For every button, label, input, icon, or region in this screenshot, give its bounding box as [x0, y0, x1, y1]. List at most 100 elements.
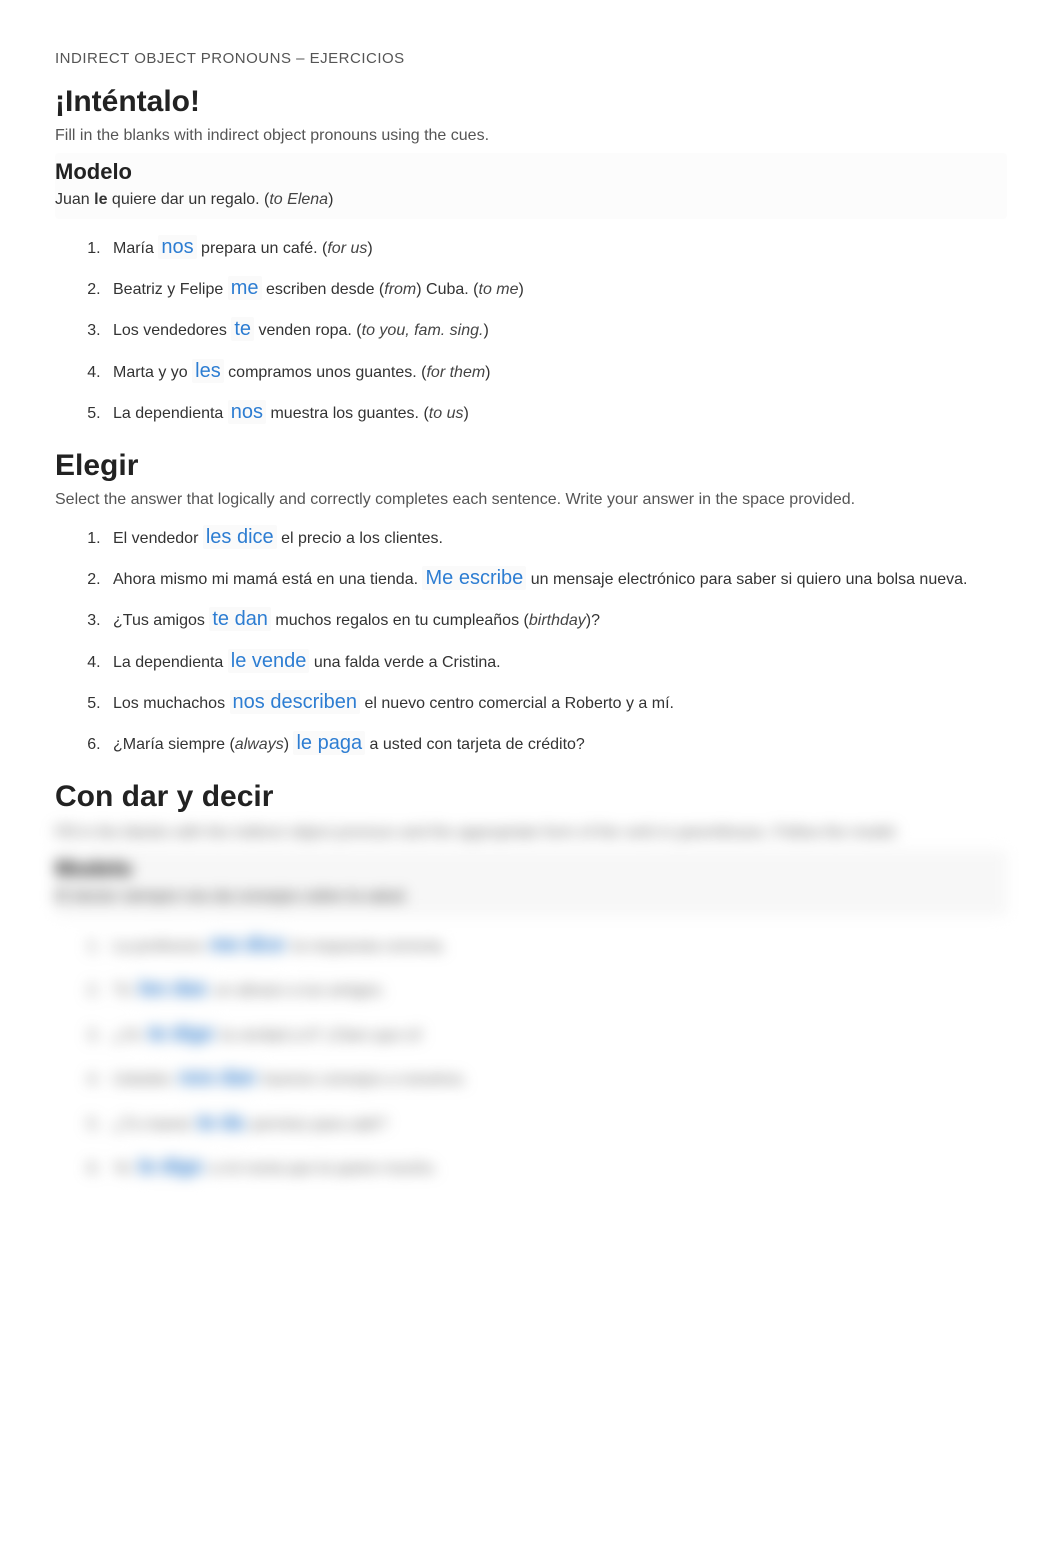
- list-item: ¿Tu mamá te da permiso para salir?: [105, 1106, 1007, 1144]
- item-post: la verdad a ti? ¡Claro que sí!: [217, 1027, 422, 1044]
- section3-list: La profesora me dice la respuesta correc…: [55, 928, 1007, 1188]
- list-item: Beatriz y Felipe me escriben desde (from…: [105, 272, 1007, 307]
- item-pre: Los muchachos: [113, 695, 230, 712]
- item-post: venden ropa. (: [254, 322, 362, 339]
- answer: me: [228, 276, 262, 300]
- item-mid: ): [284, 736, 294, 753]
- list-item: María nos prepara un café. (for us): [105, 231, 1007, 266]
- section1-instructions: Fill in the blanks with indirect object …: [55, 127, 1007, 145]
- answer: les dice: [203, 525, 277, 549]
- list-item: La dependienta nos muestra los guantes. …: [105, 396, 1007, 431]
- item-post: compramos unos guantes. (: [224, 364, 427, 381]
- item-pre: María: [113, 240, 158, 257]
- item-pre: La profesora: [113, 938, 207, 955]
- modelo-pre: Juan: [55, 191, 94, 208]
- answer: te da: [194, 1111, 247, 1135]
- section1-modelo: Modelo Juan le quiere dar un regalo. (to…: [55, 153, 1007, 219]
- item-ital: to us: [429, 405, 464, 422]
- list-item: Ustedes nos dan buenos consejos a nosotr…: [105, 1061, 1007, 1099]
- item-pre: Tú: [113, 982, 136, 999]
- item-ital: from: [384, 281, 416, 298]
- modelo-post: quiere dar un regalo. (: [107, 191, 269, 208]
- modelo-bold: le: [94, 191, 107, 208]
- item-post: permiso para salir?: [247, 1116, 388, 1133]
- answer: nos: [228, 400, 266, 424]
- list-item: La profesora me dice la respuesta correc…: [105, 928, 1007, 966]
- modelo-text: El doctor siempre nos da consejos sobre …: [55, 888, 1007, 906]
- item-post: muestra los guantes. (: [266, 405, 429, 422]
- answer: les das: [136, 977, 210, 1001]
- answer: le digo: [136, 1155, 206, 1179]
- list-item: ¿Yo te digo la verdad a ti? ¡Claro que s…: [105, 1017, 1007, 1055]
- list-item: ¿Tus amigos te dan muchos regalos en tu …: [105, 603, 1007, 638]
- item-post: escriben desde (: [262, 281, 385, 298]
- modelo-title: Modelo: [55, 159, 1007, 185]
- item-post: muchos regalos en tu cumpleaños (: [271, 612, 529, 629]
- item-post: a mi novia que la quiero mucho.: [206, 1160, 437, 1177]
- modelo-ital: to Elena: [269, 191, 328, 208]
- modelo-text: Juan le quiere dar un regalo. (to Elena): [55, 191, 1007, 209]
- answer: les: [192, 359, 224, 383]
- item-pre: ¿Yo: [113, 1027, 145, 1044]
- list-item: Los vendedores te venden ropa. (to you, …: [105, 313, 1007, 348]
- item-close: ): [485, 364, 490, 381]
- item-pre: ¿María siempre (: [113, 736, 235, 753]
- item-pre: Marta y yo: [113, 364, 192, 381]
- section-con-dar-title: Con dar y decir: [55, 780, 1007, 814]
- modelo-title: Modelo: [55, 856, 1007, 882]
- item-pre: ¿Tus amigos: [113, 612, 209, 629]
- list-item: Ahora mismo mi mamá está en una tienda. …: [105, 562, 1007, 597]
- section2-instructions: Select the answer that logically and cor…: [55, 491, 1007, 509]
- item-pre: Ahora mismo mi mamá está en una tienda.: [113, 571, 422, 588]
- list-item: Los muchachos nos describen el nuevo cen…: [105, 686, 1007, 721]
- item-post: un mensaje electrónico para saber si qui…: [526, 571, 967, 588]
- item-ital: for them: [426, 364, 485, 381]
- item-post: una falda verde a Cristina.: [309, 654, 500, 671]
- item-ital: for us: [327, 240, 367, 257]
- section3-modelo: Modelo El doctor siempre nos da consejos…: [55, 850, 1007, 916]
- answer: te: [231, 317, 254, 341]
- item-pre: ¿Tu mamá: [113, 1116, 194, 1133]
- answer: nos describen: [230, 690, 361, 714]
- section3-instructions: Fill in the blanks with the indirect obj…: [55, 824, 1007, 842]
- list-item: La dependienta le vende una falda verde …: [105, 645, 1007, 680]
- list-item: Tú les das un abrazo a tus amigos.: [105, 972, 1007, 1010]
- item-post: el precio a los clientes.: [277, 530, 443, 547]
- item-close: ): [463, 405, 468, 422]
- item-post: a usted con tarjeta de crédito?: [365, 736, 585, 753]
- modelo-close: ): [328, 191, 333, 208]
- answer: te dan: [209, 607, 271, 631]
- item-post: prepara un café. (: [197, 240, 328, 257]
- item-pre: La dependienta: [113, 405, 228, 422]
- item-ital: birthday: [529, 612, 586, 629]
- answer: te digo: [145, 1022, 217, 1046]
- list-item: ¿María siempre (always) le paga a usted …: [105, 727, 1007, 762]
- item-ital: always: [235, 736, 284, 753]
- item-ital: to me: [479, 281, 519, 298]
- page-header: INDIRECT OBJECT PRONOUNS – EJERCICIOS: [55, 50, 1007, 67]
- list-item: Yo le digo a mi novia que la quiero much…: [105, 1150, 1007, 1188]
- item-pre: Beatriz y Felipe: [113, 281, 228, 298]
- item-pre: La dependienta: [113, 654, 228, 671]
- section-elegir-title: Elegir: [55, 449, 1007, 483]
- list-item: El vendedor les dice el precio a los cli…: [105, 521, 1007, 556]
- answer: le paga: [293, 731, 365, 755]
- item-post: el nuevo centro comercial a Roberto y a …: [360, 695, 674, 712]
- section1-list: María nos prepara un café. (for us) Beat…: [55, 231, 1007, 431]
- item-pre: Ustedes: [113, 1071, 176, 1088]
- item-post: la respuesta correcta.: [288, 938, 446, 955]
- item-close: ): [367, 240, 372, 257]
- item-pre: Los vendedores: [113, 322, 231, 339]
- item-post: buenos consejos a nosotros.: [259, 1071, 467, 1088]
- list-item: Marta y yo les compramos unos guantes. (…: [105, 355, 1007, 390]
- item-mid: ) Cuba. (: [416, 281, 478, 298]
- item-close: )?: [586, 612, 600, 629]
- section-intentalo-title: ¡Inténtalo!: [55, 85, 1007, 119]
- item-close: ): [519, 281, 524, 298]
- item-pre: Yo: [113, 1160, 136, 1177]
- item-pre: El vendedor: [113, 530, 203, 547]
- blurred-preview: Fill in the blanks with the indirect obj…: [55, 824, 1007, 1188]
- answer: nos dan: [176, 1066, 259, 1090]
- answer: le vende: [228, 649, 310, 673]
- item-close: ): [483, 322, 488, 339]
